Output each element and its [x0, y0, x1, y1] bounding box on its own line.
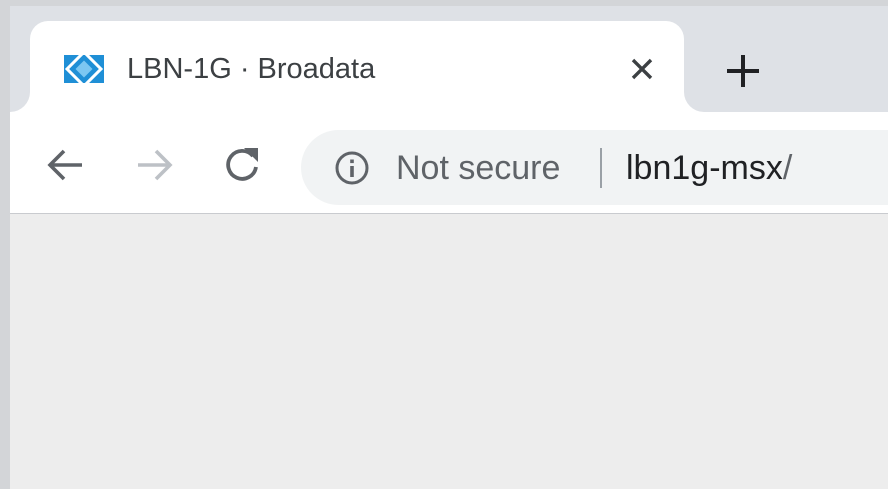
tab-title: LBN-1G · Broadata — [127, 53, 376, 85]
address-bar[interactable]: Not secure lbn1g-msx/ — [301, 130, 888, 205]
omnibox-divider — [600, 148, 602, 188]
active-tab[interactable]: LBN-1G · Broadata — [30, 21, 684, 112]
security-label[interactable]: Not secure — [396, 148, 560, 188]
arrow-left-icon[interactable] — [44, 143, 88, 187]
info-icon[interactable] — [334, 150, 370, 186]
toolbar: Not secure lbn1g-msx/ — [10, 112, 888, 214]
reload-icon[interactable] — [220, 143, 264, 187]
arrow-right-icon[interactable] — [132, 143, 176, 187]
plus-icon[interactable] — [721, 49, 765, 93]
close-icon[interactable] — [624, 51, 660, 87]
url-host: lbn1g-msx — [626, 149, 783, 187]
broadata-logo-icon — [64, 49, 104, 89]
url-text[interactable]: lbn1g-msx/ — [626, 148, 792, 188]
tab-strip: LBN-1G · Broadata — [10, 6, 888, 112]
url-path: / — [782, 149, 793, 187]
page-content — [10, 214, 888, 489]
browser-window: LBN-1G · Broadata Not secure lbn1g-msx/ — [10, 6, 888, 489]
